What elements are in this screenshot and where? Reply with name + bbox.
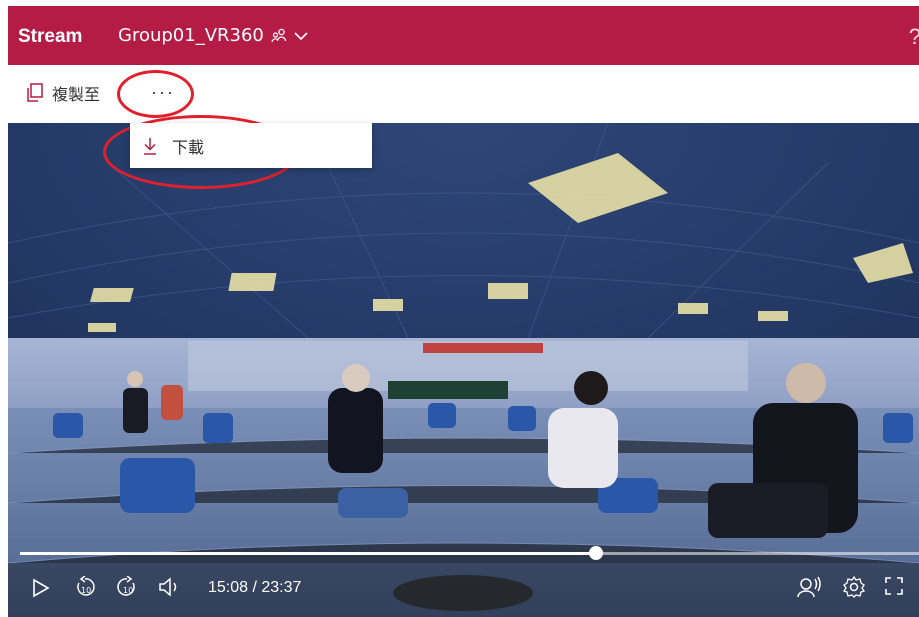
people-icon xyxy=(271,28,287,42)
help-icon[interactable]: ? xyxy=(909,24,919,50)
svg-text:10: 10 xyxy=(81,586,91,595)
video-frame xyxy=(8,123,919,617)
group-name: Group01_VR360 xyxy=(118,25,264,46)
fullscreen-icon[interactable] xyxy=(884,576,904,596)
seek-bar-fill xyxy=(20,552,597,555)
download-label: 下載 xyxy=(172,137,205,157)
player-controls: 10 10 15:08 / 23:37 xyxy=(8,560,919,617)
settings-gear-icon[interactable] xyxy=(842,575,866,599)
chevron-down-icon xyxy=(294,31,308,40)
app-header: Stream Group01_VR360 ? xyxy=(8,6,919,65)
seek-bar-thumb[interactable] xyxy=(589,546,604,560)
copy-to-button[interactable]: 複製至 xyxy=(26,81,100,105)
svg-text:10: 10 xyxy=(123,586,133,595)
command-bar: 複製至 ··· xyxy=(8,65,919,123)
play-icon[interactable] xyxy=(32,578,50,598)
group-selector[interactable]: Group01_VR360 xyxy=(118,25,308,46)
volume-icon[interactable] xyxy=(158,576,182,598)
copy-icon xyxy=(27,83,43,102)
download-menu-item[interactable]: 下載 xyxy=(130,123,372,168)
download-icon xyxy=(144,137,156,155)
more-options-button[interactable]: ··· xyxy=(136,75,190,109)
seek-bar[interactable] xyxy=(20,546,919,560)
more-options-menu: 下載 xyxy=(130,123,372,168)
more-icon: ··· xyxy=(151,81,175,102)
forward-10-icon[interactable]: 10 xyxy=(116,576,138,598)
video-player[interactable] xyxy=(8,123,919,617)
rewind-10-icon[interactable]: 10 xyxy=(74,576,96,598)
caption-speaker-icon[interactable] xyxy=(796,575,822,599)
app-brand[interactable]: Stream xyxy=(18,26,82,48)
playback-time: 15:08 / 23:37 xyxy=(208,579,302,596)
copy-to-label: 複製至 xyxy=(52,85,101,104)
